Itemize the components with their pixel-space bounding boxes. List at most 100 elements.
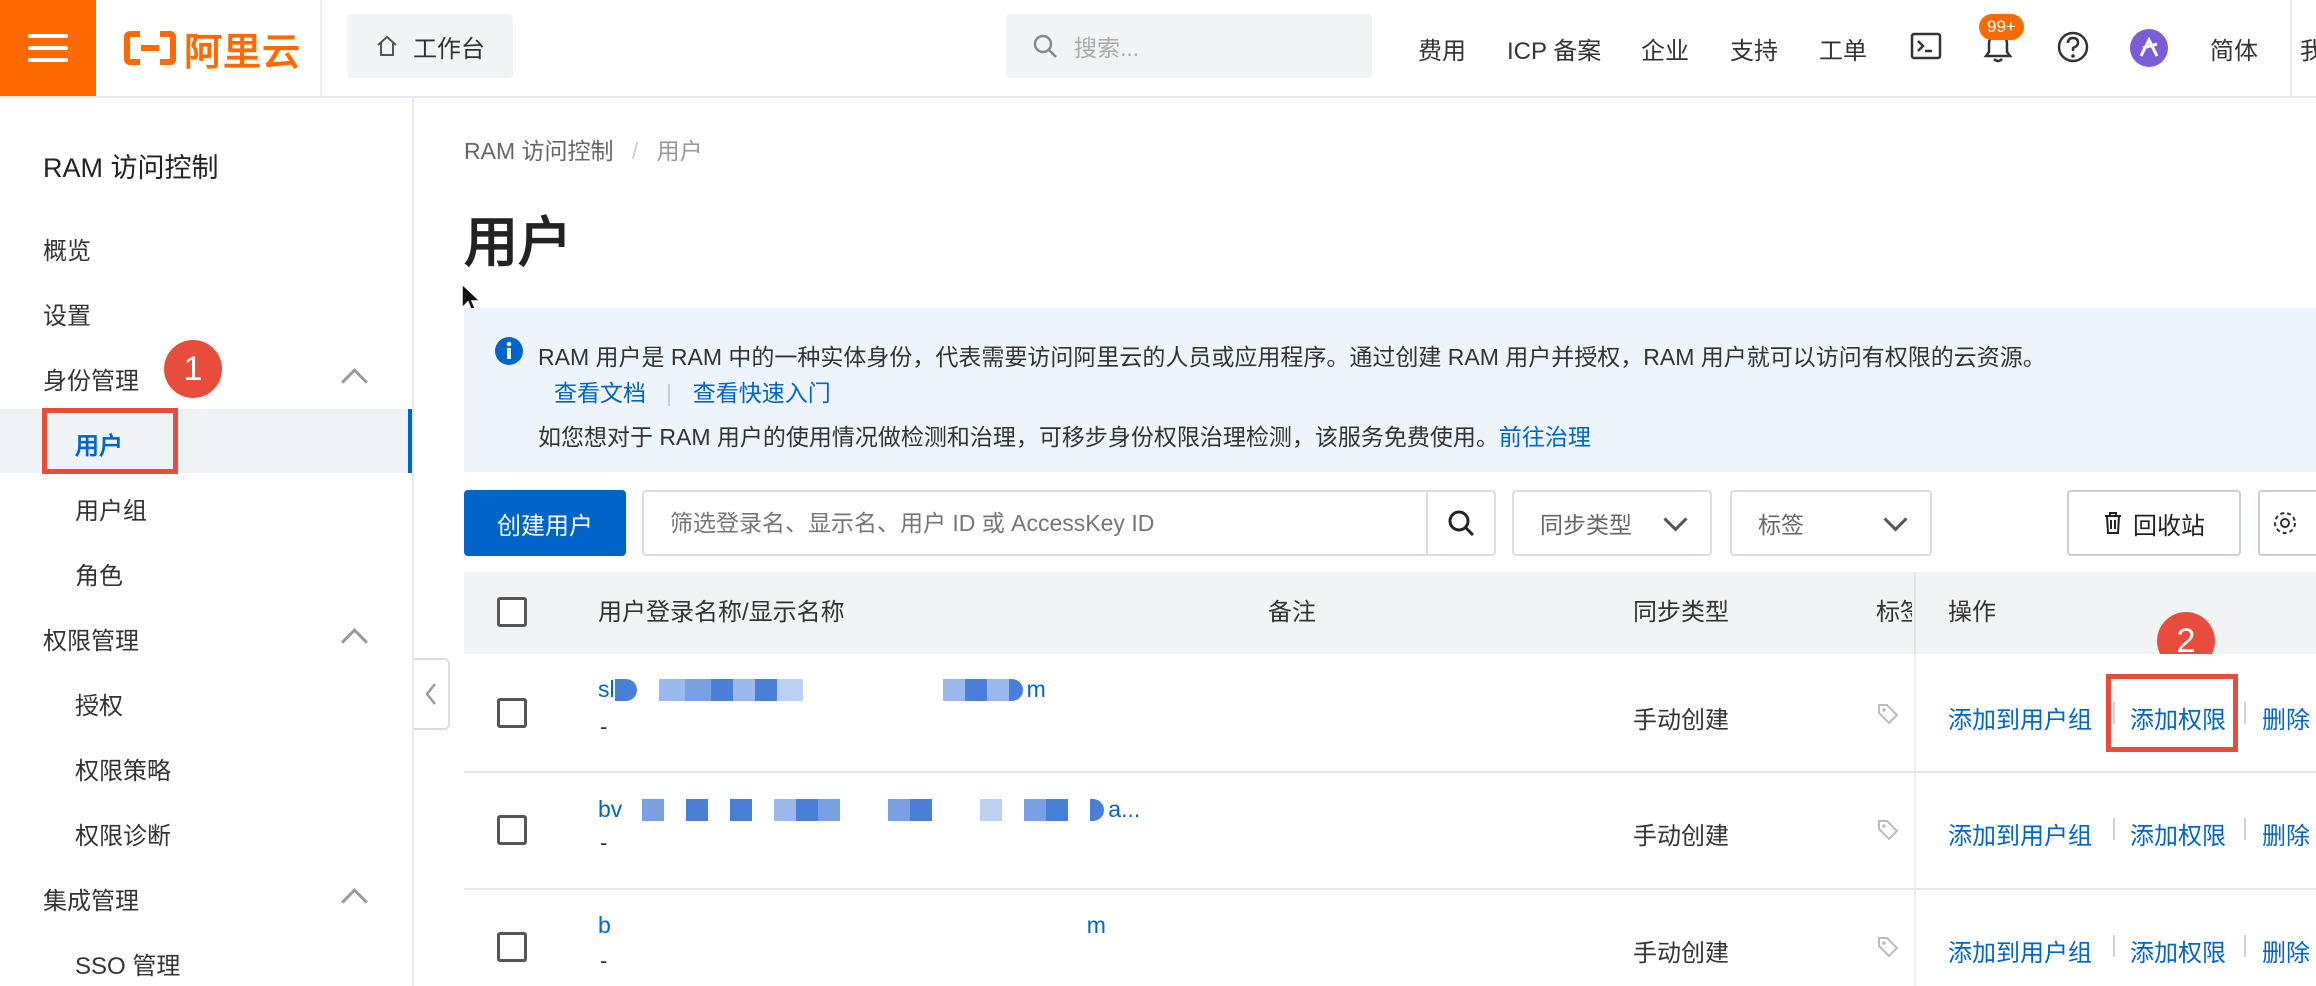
trash-icon bbox=[2105, 512, 2121, 534]
topbar-divider-right bbox=[2290, 0, 2292, 96]
global-search-input[interactable]: 搜索... bbox=[1006, 14, 1372, 78]
nav-icp[interactable]: ICP 备案 bbox=[1507, 0, 1601, 96]
user-filter-input[interactable] bbox=[644, 508, 1426, 538]
column-header-sync: 同步类型 bbox=[1633, 599, 1729, 626]
redacted-username bbox=[622, 798, 1105, 821]
brand-name: 阿里云 bbox=[184, 31, 302, 74]
info-links: 查看文档 查看快速入门 bbox=[554, 374, 831, 408]
display-name: - bbox=[600, 830, 608, 855]
sidebar-item-policies[interactable]: 权限策略 bbox=[75, 751, 171, 786]
governance-link[interactable]: 前往治理 bbox=[1499, 424, 1591, 450]
column-header-name: 用户登录名称/显示名称 bbox=[598, 599, 845, 626]
gear-icon bbox=[2274, 512, 2296, 534]
breadcrumb-separator: / bbox=[631, 138, 639, 164]
sidebar-item-sso[interactable]: SSO 管理 bbox=[75, 946, 180, 981]
row-divider bbox=[464, 888, 2316, 890]
delete-link[interactable]: 删除 bbox=[2262, 816, 2310, 851]
sidebar-collapse-button[interactable] bbox=[414, 658, 450, 730]
topbar-divider bbox=[320, 0, 322, 96]
tag-icon[interactable] bbox=[1876, 818, 1900, 847]
row-checkbox[interactable] bbox=[497, 815, 527, 845]
menu-toggle-button[interactable] bbox=[0, 0, 96, 96]
table-row-username[interactable]: b m bbox=[598, 912, 1106, 939]
sidebar-item-roles[interactable]: 角色 bbox=[75, 556, 123, 591]
nav-billing[interactable]: 费用 bbox=[1418, 0, 1466, 96]
redacted-username bbox=[614, 678, 1023, 701]
workbench-button[interactable]: 工作台 bbox=[347, 14, 513, 78]
row-checkbox[interactable] bbox=[497, 698, 527, 728]
avatar[interactable] bbox=[2129, 28, 2169, 73]
hamburger-icon bbox=[28, 26, 68, 70]
username-end: m bbox=[1086, 912, 1106, 938]
display-name: - bbox=[600, 948, 608, 973]
sidebar-item-groups[interactable]: 用户组 bbox=[75, 491, 147, 526]
tag-icon[interactable] bbox=[1876, 702, 1900, 731]
quickstart-link[interactable]: 查看快速入门 bbox=[693, 380, 831, 406]
op-divider bbox=[2244, 935, 2246, 957]
recycle-bin-button[interactable]: 回收站 bbox=[2067, 490, 2241, 556]
sidebar-group-identity[interactable]: 身份管理 bbox=[43, 361, 139, 396]
table-row-username[interactable]: sl m bbox=[598, 676, 1046, 703]
op-divider bbox=[2113, 818, 2115, 840]
delete-link[interactable]: 删除 bbox=[2262, 700, 2310, 735]
row-divider bbox=[464, 771, 2316, 773]
username-start: bv bbox=[598, 796, 623, 822]
redacted-username bbox=[611, 915, 1083, 937]
add-to-group-link[interactable]: 添加到用户组 bbox=[1948, 933, 2092, 968]
notification-badge: 99+ bbox=[1979, 14, 2024, 40]
breadcrumb-root[interactable]: RAM 访问控制 bbox=[464, 138, 614, 164]
language-switch[interactable]: 简体 bbox=[2210, 0, 2258, 96]
sidebar-item-diagnosis[interactable]: 权限诊断 bbox=[75, 816, 171, 851]
settings-button[interactable] bbox=[2258, 490, 2316, 556]
help-icon[interactable] bbox=[2056, 30, 2090, 69]
user-filter-field bbox=[642, 490, 1496, 556]
add-to-group-link[interactable]: 添加到用户组 bbox=[1948, 700, 2092, 735]
docs-link[interactable]: 查看文档 bbox=[554, 380, 646, 406]
chevron-left-icon bbox=[425, 683, 436, 705]
delete-link[interactable]: 删除 bbox=[2262, 933, 2310, 968]
highlight-box-users bbox=[42, 408, 178, 474]
search-icon bbox=[1448, 510, 1475, 537]
breadcrumb-current: 用户 bbox=[656, 138, 703, 164]
sync-type-label: 同步类型 bbox=[1540, 512, 1632, 538]
column-header-ops: 操作 bbox=[1948, 599, 1996, 626]
search-icon bbox=[1033, 34, 1057, 58]
info-text-line3: 如您想对于 RAM 用户的使用情况做检测和治理，可移步身份权限治理检测，该服务免… bbox=[538, 418, 1591, 452]
sidebar-active-indicator bbox=[408, 409, 412, 473]
nav-support[interactable]: 支持 bbox=[1730, 0, 1778, 96]
step-marker-1: 1 bbox=[164, 340, 222, 398]
username-start: sl bbox=[598, 676, 615, 702]
sync-type-select[interactable]: 同步类型 bbox=[1512, 490, 1712, 556]
row-checkbox[interactable] bbox=[497, 932, 527, 962]
account-menu[interactable]: 我 bbox=[2300, 0, 2316, 96]
op-divider bbox=[2113, 935, 2115, 957]
sidebar-group-permissions[interactable]: 权限管理 bbox=[43, 621, 139, 656]
tag-select[interactable]: 标签 bbox=[1730, 490, 1932, 556]
sidebar-title: RAM 访问控制 bbox=[43, 153, 219, 183]
add-permission-link[interactable]: 添加权限 bbox=[2130, 933, 2226, 968]
table-row-username[interactable]: bv a... bbox=[598, 796, 1140, 823]
ops-column-shadow bbox=[1914, 572, 1917, 986]
sidebar-group-integration[interactable]: 集成管理 bbox=[43, 881, 139, 916]
create-user-button[interactable]: 创建用户 bbox=[464, 490, 626, 556]
add-to-group-link[interactable]: 添加到用户组 bbox=[1948, 816, 2092, 851]
info-text-line1: RAM 用户是 RAM 中的一种实体身份，代表需要访问阿里云的人员或应用程序。通… bbox=[538, 344, 2046, 370]
page-title: 用户 bbox=[464, 213, 572, 273]
sidebar-item-overview[interactable]: 概览 bbox=[43, 231, 91, 266]
sidebar-item-grants[interactable]: 授权 bbox=[75, 686, 123, 721]
chevron-down-icon bbox=[1883, 506, 1908, 532]
nav-tickets[interactable]: 工单 bbox=[1819, 0, 1867, 96]
nav-enterprise[interactable]: 企业 bbox=[1641, 0, 1689, 96]
select-all-checkbox[interactable] bbox=[497, 597, 527, 627]
display-name: - bbox=[600, 714, 608, 739]
breadcrumb: RAM 访问控制 / 用户 bbox=[464, 132, 703, 166]
aliyun-logo[interactable]: 阿里云 bbox=[124, 22, 301, 74]
sync-type-value: 手动创建 bbox=[1633, 823, 1729, 850]
sidebar-item-settings[interactable]: 设置 bbox=[43, 296, 91, 331]
filter-search-button[interactable] bbox=[1426, 492, 1494, 554]
add-permission-link[interactable]: 添加权限 bbox=[2130, 816, 2226, 851]
column-header-remark: 备注 bbox=[1268, 599, 1316, 626]
cloud-shell-icon[interactable] bbox=[1910, 32, 1942, 65]
tag-icon[interactable] bbox=[1876, 935, 1900, 964]
op-divider bbox=[2244, 702, 2246, 724]
